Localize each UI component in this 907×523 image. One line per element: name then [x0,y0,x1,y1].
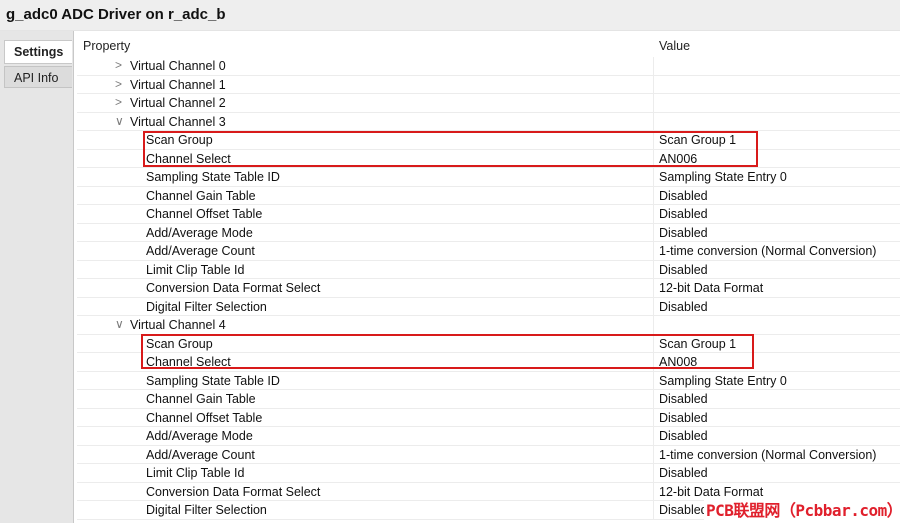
property-value[interactable]: Disabled [659,411,708,425]
property-table: Property Value > Virtual Channel 0 > Virtua… [77,35,900,523]
property-value[interactable]: Sampling State Entry 0 [659,170,787,184]
property-name: Virtual Channel 3 [130,114,226,129]
vertical-tab-bar: Settings API Info [0,31,74,523]
table-header: Property Value [77,35,900,57]
tab-api-info[interactable]: API Info [4,66,72,88]
property-name: Channel Offset Table [146,207,263,221]
property-name: Conversion Data Format Select [146,281,321,295]
highlight-box-channel-3 [143,131,758,167]
property-name: Virtual Channel 2 [130,96,226,110]
highlight-box-channel-4 [141,334,754,369]
editor-title-bar: g_adc0 ADC Driver on r_adc_b [0,0,900,31]
chevron-down-icon[interactable]: ∨ [115,317,124,331]
property-value[interactable]: Disabled [659,429,708,443]
tree-group-row[interactable]: ∨ Virtual Channel 4 [77,316,900,335]
property-value[interactable]: Disabled [659,189,708,203]
tree-group-row[interactable]: ∨ Virtual Channel 3 [77,112,900,131]
column-divider [653,501,654,519]
property-name: Virtual Channel 0 [130,59,226,73]
column-divider [653,75,654,93]
property-value[interactable]: Disabled [659,226,708,240]
chevron-right-icon[interactable]: > [115,95,122,109]
value-column-header[interactable]: Value [659,39,690,53]
chevron-right-icon[interactable]: > [115,58,122,72]
property-value[interactable]: Disabled [659,503,708,517]
column-divider [653,297,654,315]
table-row[interactable]: Add/Average Count 1-time conversion (Norm… [77,242,900,261]
property-name: Add/Average Count [146,244,255,258]
property-name: Limit Clip Table Id [146,466,245,480]
property-name: Digital Filter Selection [146,299,267,314]
property-value[interactable]: Sampling State Entry 0 [659,374,787,388]
table-row[interactable]: Digital Filter Selection Disabled [77,297,900,316]
table-row[interactable]: Add/Average Mode Disabled [77,223,900,242]
chevron-down-icon[interactable]: ∨ [115,114,124,128]
property-name: Channel Gain Table [146,188,256,203]
column-divider [653,186,654,204]
table-row[interactable]: Channel Gain Table Disabled [77,186,900,205]
property-name: Limit Clip Table Id [146,262,245,277]
table-row[interactable]: Channel Offset Table Disabled [77,408,900,427]
column-divider [653,408,654,426]
property-name: Add/Average Count [146,447,255,462]
property-name: Virtual Channel 1 [130,77,226,92]
table-row[interactable]: Channel Offset Table Disabled [77,205,900,224]
column-divider [653,390,654,408]
column-divider [653,242,654,260]
watermark: PCB联盟网（Pcbbar.com） [704,497,905,521]
property-name: Add/Average Mode [146,225,253,240]
property-value[interactable]: 1-time conversion (Normal Conversion) [659,448,876,462]
property-value[interactable]: Disabled [659,392,708,406]
table-row[interactable]: Conversion Data Format Select 12-bit Data… [77,279,900,298]
property-name: Channel Gain Table [146,392,256,406]
property-value[interactable]: 12-bit Data Format [659,281,763,295]
column-divider [653,223,654,241]
column-divider [653,371,654,389]
table-row[interactable]: Sampling State Table ID Sampling State En… [77,371,900,390]
column-divider [653,482,654,500]
column-divider [653,279,654,297]
property-value[interactable]: Disabled [659,263,708,277]
chevron-right-icon[interactable]: > [115,77,122,91]
table-row[interactable]: Limit Clip Table Id Disabled [77,260,900,279]
column-divider [653,464,654,482]
tree-group-row[interactable]: > Virtual Channel 2 [77,94,900,113]
column-divider [653,427,654,445]
property-value[interactable]: Disabled [659,466,708,480]
column-divider [653,94,654,112]
property-value[interactable]: Disabled [659,300,708,314]
tree-group-row[interactable]: > Virtual Channel 0 [77,57,900,76]
column-divider [653,57,654,75]
property-name: Digital Filter Selection [146,503,267,517]
column-divider [653,168,654,186]
column-divider [653,316,654,334]
property-value[interactable]: Disabled [659,207,708,221]
table-row[interactable]: Add/Average Count 1-time conversion (Norm… [77,445,900,464]
table-row[interactable]: Sampling State Table ID Sampling State En… [77,168,900,187]
property-name: Virtual Channel 4 [130,318,226,332]
editor-title: g_adc0 ADC Driver on r_adc_b [6,6,226,23]
property-name: Channel Offset Table [146,410,263,425]
property-column-header[interactable]: Property [83,39,130,53]
table-row[interactable]: Limit Clip Table Id Disabled [77,464,900,483]
tree-group-row[interactable]: > Virtual Channel 1 [77,75,900,94]
column-divider [653,112,654,130]
table-row[interactable]: Channel Gain Table Disabled [77,390,900,409]
property-name: Sampling State Table ID [146,170,280,184]
property-name: Conversion Data Format Select [146,484,321,499]
column-divider [653,205,654,223]
column-divider [653,260,654,278]
column-divider [653,445,654,463]
property-name: Sampling State Table ID [146,373,280,388]
property-name: Add/Average Mode [146,429,253,443]
table-row[interactable]: Add/Average Mode Disabled [77,427,900,446]
tab-settings[interactable]: Settings [4,40,72,64]
property-value[interactable]: 1-time conversion (Normal Conversion) [659,244,876,258]
